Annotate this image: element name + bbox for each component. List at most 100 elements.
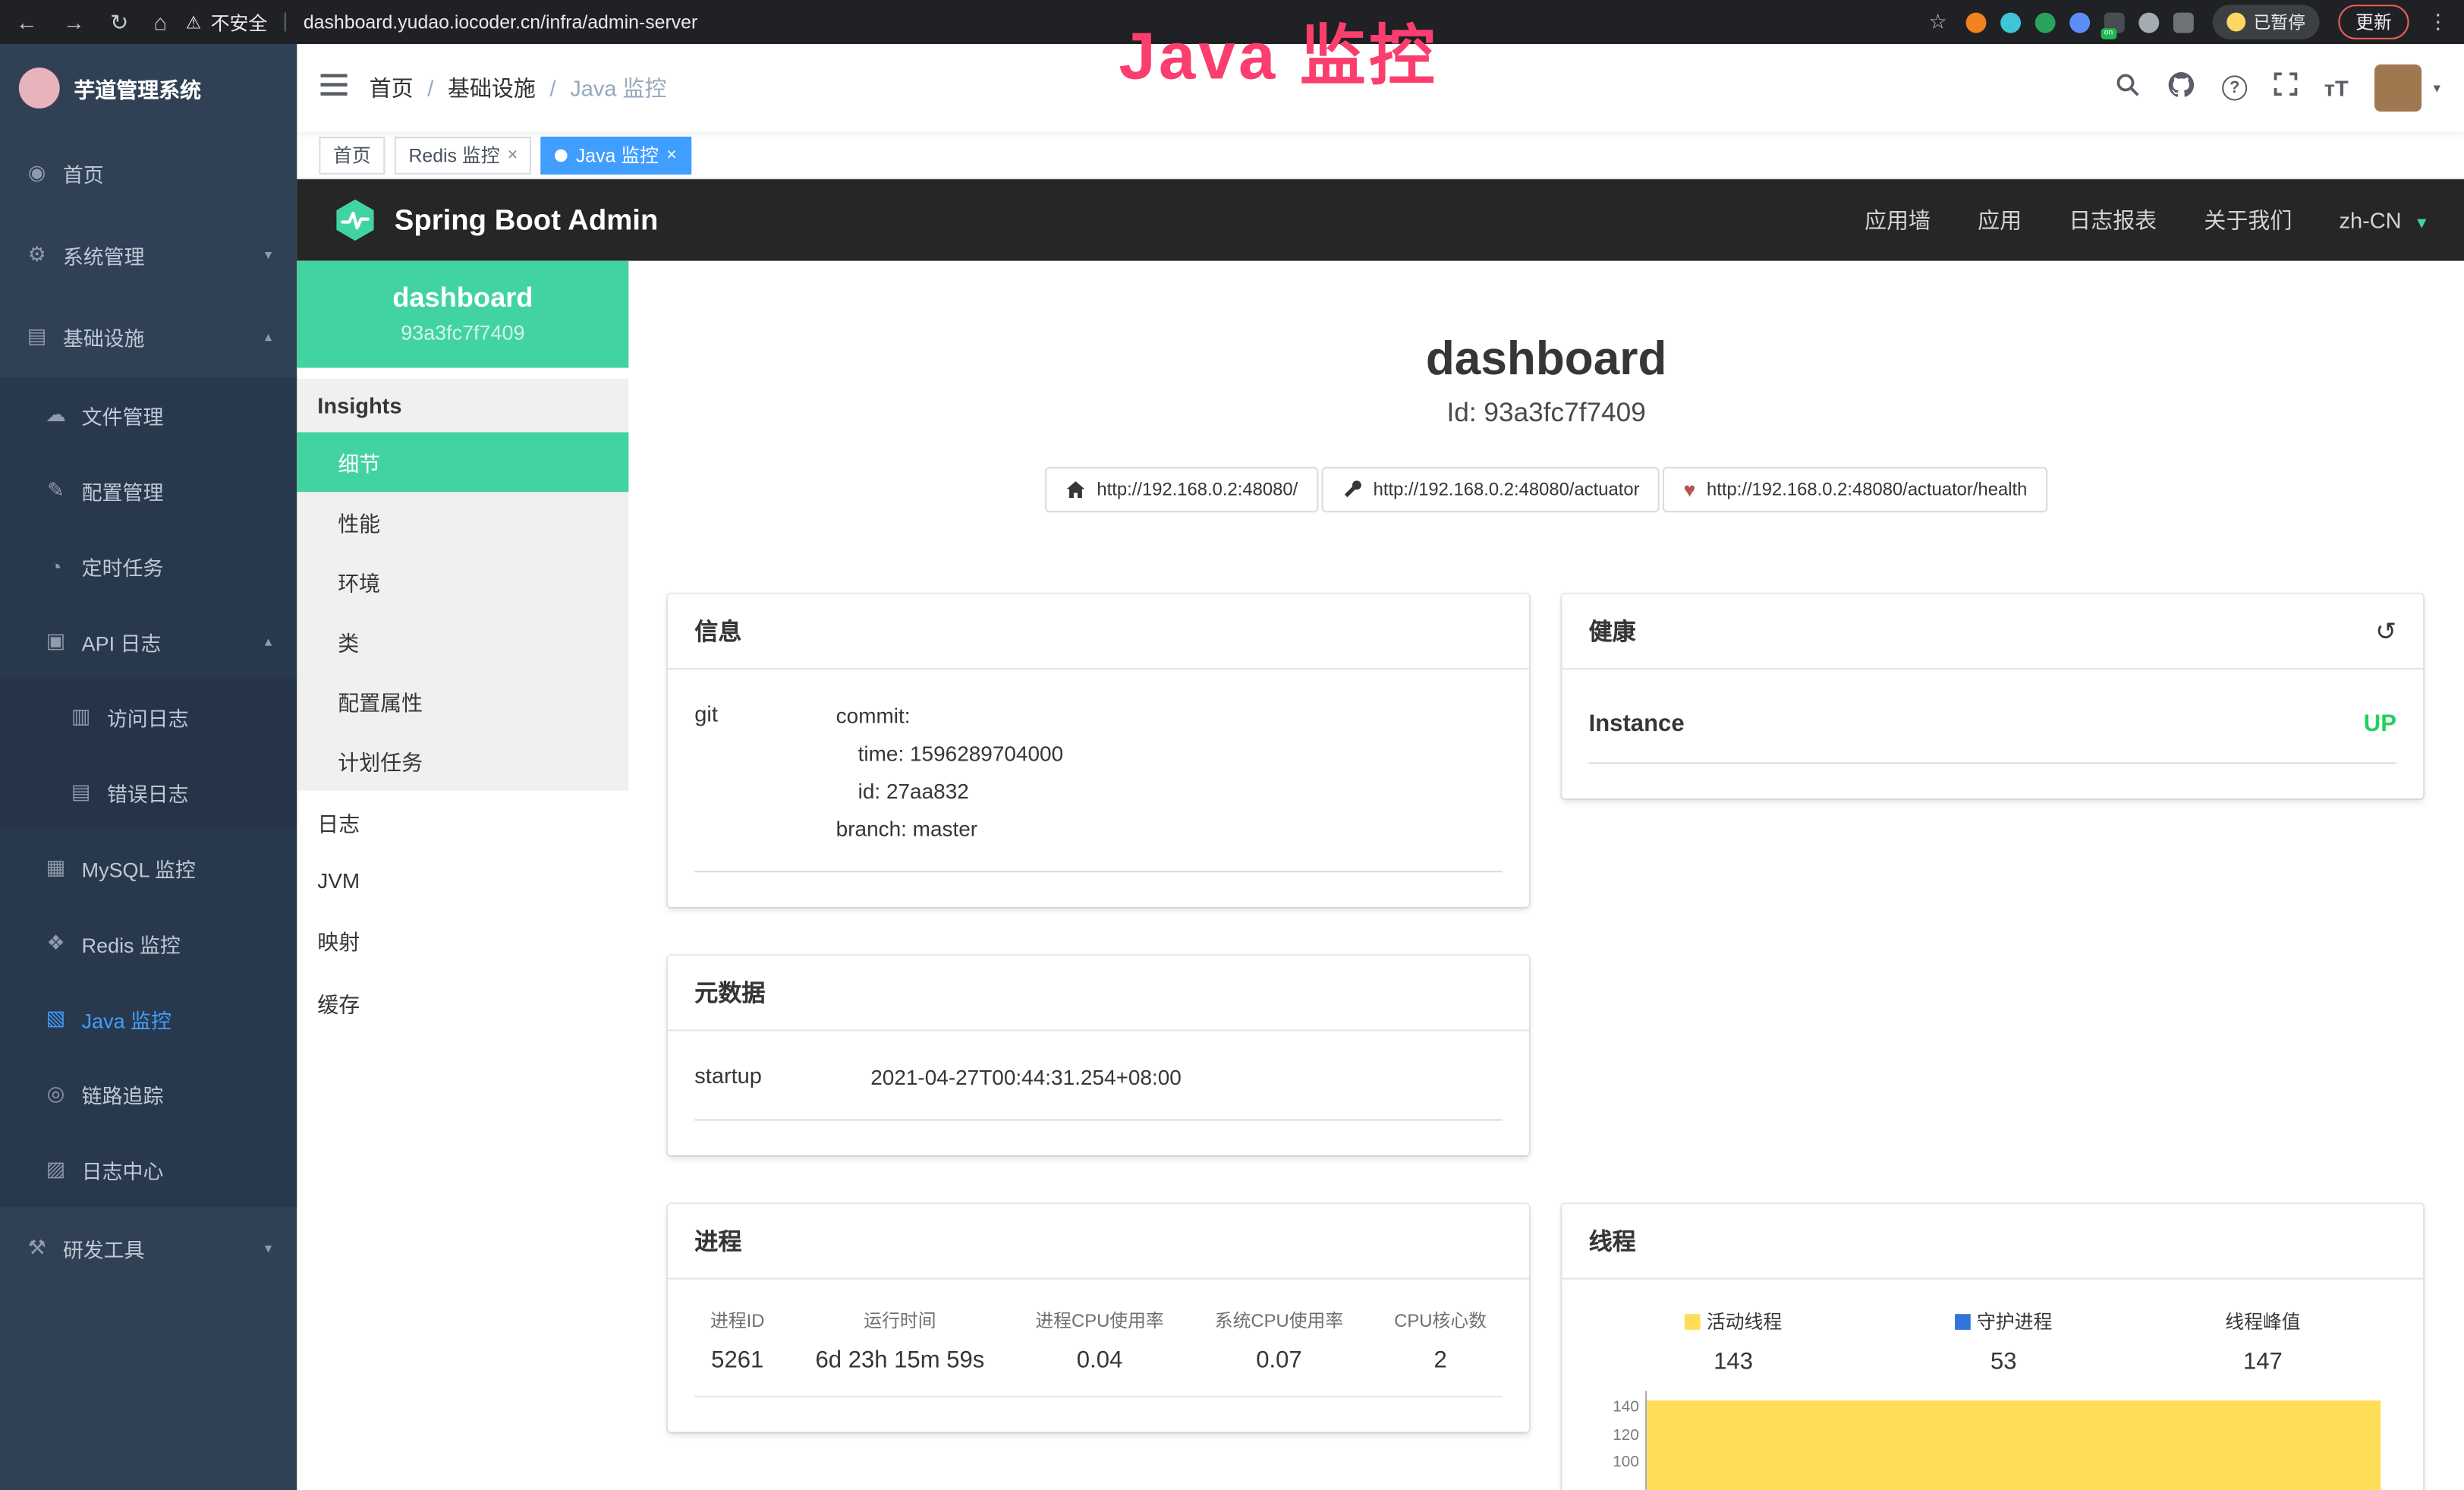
app-title: 芋道管理系统 <box>74 72 201 103</box>
extension-icon[interactable]: on <box>2104 12 2125 33</box>
health-instance-row[interactable]: Instance UP <box>1589 695 2396 764</box>
home-icon <box>1065 480 1086 500</box>
avatar[interactable] <box>2375 65 2422 112</box>
gear-icon: ⚙ <box>25 242 49 267</box>
threads-legend: 活动线程 143 守护进程 53 线程峰值 14 <box>1589 1298 2396 1375</box>
dashboard-icon: ◉ <box>25 160 49 185</box>
sba-item-configprops[interactable]: 配置属性 <box>297 671 628 731</box>
log-icon: ▣ <box>44 628 68 654</box>
close-icon[interactable]: × <box>508 146 518 165</box>
status-badge: UP <box>2364 710 2396 737</box>
app-logo[interactable]: 芋道管理系统 <box>0 44 297 132</box>
sba-nav-about[interactable]: 关于我们 <box>2204 204 2292 235</box>
sidebar-item-java-monitor[interactable]: ▧ Java 监控 <box>0 981 297 1056</box>
threads-chart: 140 120 100 <box>1589 1391 2396 1490</box>
sba-item-environment[interactable]: 环境 <box>297 552 628 612</box>
sba-item-caches[interactable]: 缓存 <box>297 972 628 1035</box>
sidebar-item-error-log[interactable]: ▤ 错误日志 <box>0 754 297 830</box>
font-size-icon[interactable]: тT <box>2324 75 2349 100</box>
search-icon[interactable] <box>2115 71 2140 104</box>
actuator-url-button[interactable]: http://192.168.0.2:48080/actuator <box>1321 467 1660 512</box>
sba-item-metrics[interactable]: 性能 <box>297 492 628 552</box>
extension-icon[interactable] <box>1966 12 1987 33</box>
browser-menu-icon[interactable]: ⋮ <box>2428 9 2448 34</box>
sba-instance-header[interactable]: dashboard 93a3fc7f7409 <box>297 261 628 368</box>
tab-java-monitor[interactable]: Java 监控 × <box>541 136 691 174</box>
breadcrumb-infra[interactable]: 基础设施 <box>448 72 536 103</box>
sidebar-item-home[interactable]: ◉ 首页 <box>0 132 297 214</box>
process-metrics-row: 进程ID 5261 运行时间 6d 23h 15m 59s 进程CPU使用率 <box>694 1298 1502 1397</box>
extension-icon[interactable] <box>2138 12 2159 33</box>
blue-swatch-icon <box>1955 1313 1971 1329</box>
sba-item-logs[interactable]: 日志 <box>297 791 628 854</box>
breadcrumb-current: Java 监控 <box>570 72 666 103</box>
breadcrumb: 首页 / 基础设施 / Java 监控 <box>370 72 667 103</box>
active-threads-area <box>1647 1400 2381 1490</box>
sba-nav-journal[interactable]: 日志报表 <box>2069 204 2157 235</box>
clock-icon: ◔ <box>44 554 68 578</box>
tab-redis-monitor[interactable]: Redis 监控 × <box>395 136 532 174</box>
close-icon[interactable]: × <box>666 146 676 165</box>
sidebar-item-jobs[interactable]: ◔ 定时任务 <box>0 528 297 603</box>
home-icon[interactable]: ⌂ <box>153 8 167 35</box>
back-icon[interactable]: ← <box>16 8 38 35</box>
sidebar-item-tracing[interactable]: ◎ 链路追踪 <box>0 1057 297 1132</box>
sba-item-classes[interactable]: 类 <box>297 612 628 672</box>
sba-item-details[interactable]: 细节 <box>297 432 628 492</box>
extension-icon[interactable] <box>2000 12 2021 33</box>
log-center-icon: ▨ <box>44 1157 68 1182</box>
sidebar-item-access-log[interactable]: ▥ 访问日志 <box>0 679 297 754</box>
sba-section-insights: Insights <box>297 379 628 432</box>
breadcrumb-home[interactable]: 首页 <box>370 72 414 103</box>
database-icon: ▦ <box>44 855 68 880</box>
reload-icon[interactable]: ↻ <box>110 8 128 35</box>
sidebar-item-mysql-monitor[interactable]: ▦ MySQL 监控 <box>0 830 297 905</box>
fullscreen-icon[interactable] <box>2274 72 2298 103</box>
sba-main-content: dashboard Id: 93a3fc7f7409 http://192.16… <box>628 261 2464 1490</box>
sba-item-scheduled-tasks[interactable]: 计划任务 <box>297 731 628 791</box>
metadata-card-title: 元数据 <box>668 956 1529 1031</box>
github-icon[interactable] <box>2167 70 2195 106</box>
sidebar-item-api-log[interactable]: ▣ API 日志 ▴ <box>0 603 297 679</box>
sidebar-item-config[interactable]: ✎ 配置管理 <box>0 452 297 528</box>
health-url-button[interactable]: ♥ http://192.168.0.2:48080/actuator/heal… <box>1663 467 2048 512</box>
url-text: dashboard.yudao.iocoder.cn/infra/admin-s… <box>304 11 697 33</box>
active-dot <box>555 149 568 162</box>
sidebar-item-files[interactable]: ☁ 文件管理 <box>0 377 297 452</box>
help-icon[interactable]: ? <box>2222 75 2247 100</box>
history-icon[interactable]: ↺ <box>2375 616 2396 647</box>
service-url-button[interactable]: http://192.168.0.2:48080/ <box>1045 467 1318 512</box>
doc-icon: ▤ <box>69 780 93 805</box>
sba-brand[interactable]: Spring Boot Admin <box>332 197 658 244</box>
sba-nav-wallboard[interactable]: 应用墙 <box>1865 204 1931 235</box>
health-card-title: 健康 <box>1589 615 1636 647</box>
hamburger-icon[interactable] <box>320 73 347 102</box>
sba-item-mappings[interactable]: 映射 <box>297 909 628 972</box>
extension-icon[interactable] <box>2069 12 2090 33</box>
screen: ← → ↻ ⌂ ⚠ 不安全 dashboard.yudao.iocoder.cn… <box>0 0 2464 1490</box>
update-button[interactable]: 更新 <box>2338 5 2409 39</box>
address-bar[interactable]: ⚠ 不安全 dashboard.yudao.iocoder.cn/infra/a… <box>186 8 697 35</box>
info-value: commit: time: 1596289704000 id: 27aa832 … <box>836 698 1503 849</box>
sidebar-item-redis-monitor[interactable]: ❖ Redis 监控 <box>0 906 297 981</box>
wrench-icon <box>1342 480 1362 500</box>
info-card: 信息 git commit: time: 1596289704000 id: 2… <box>668 594 1529 907</box>
sidebar-item-dev-tools[interactable]: ⚒ 研发工具 ▾ <box>0 1207 297 1289</box>
chart-plot-area <box>1645 1391 2381 1490</box>
sidebar-item-system[interactable]: ⚙ 系统管理 ▾ <box>0 214 297 296</box>
extension-icon[interactable] <box>2035 12 2056 33</box>
sba-item-jvm[interactable]: JVM <box>297 853 628 908</box>
bookmark-star-icon[interactable]: ☆ <box>1929 9 1947 34</box>
sidebar-item-log-center[interactable]: ▨ 日志中心 <box>0 1132 297 1207</box>
tab-home[interactable]: 首页 <box>319 136 385 174</box>
metadata-value: 2021-04-27T00:44:31.254+08:00 <box>870 1060 1502 1098</box>
doc-icon: ▥ <box>69 704 93 729</box>
forward-icon[interactable]: → <box>63 8 85 35</box>
sba-language-select[interactable]: zh-CN ▼ <box>2339 207 2429 232</box>
cloud-icon: ☁ <box>44 402 68 427</box>
extension-icon[interactable] <box>2173 12 2194 33</box>
paused-badge[interactable]: 已暂停 <box>2213 5 2320 39</box>
sba-nav-applications[interactable]: 应用 <box>1978 204 2022 235</box>
sidebar-item-infra[interactable]: ▤ 基础设施 ▴ <box>0 295 297 377</box>
spring-boot-logo-icon <box>332 197 379 244</box>
